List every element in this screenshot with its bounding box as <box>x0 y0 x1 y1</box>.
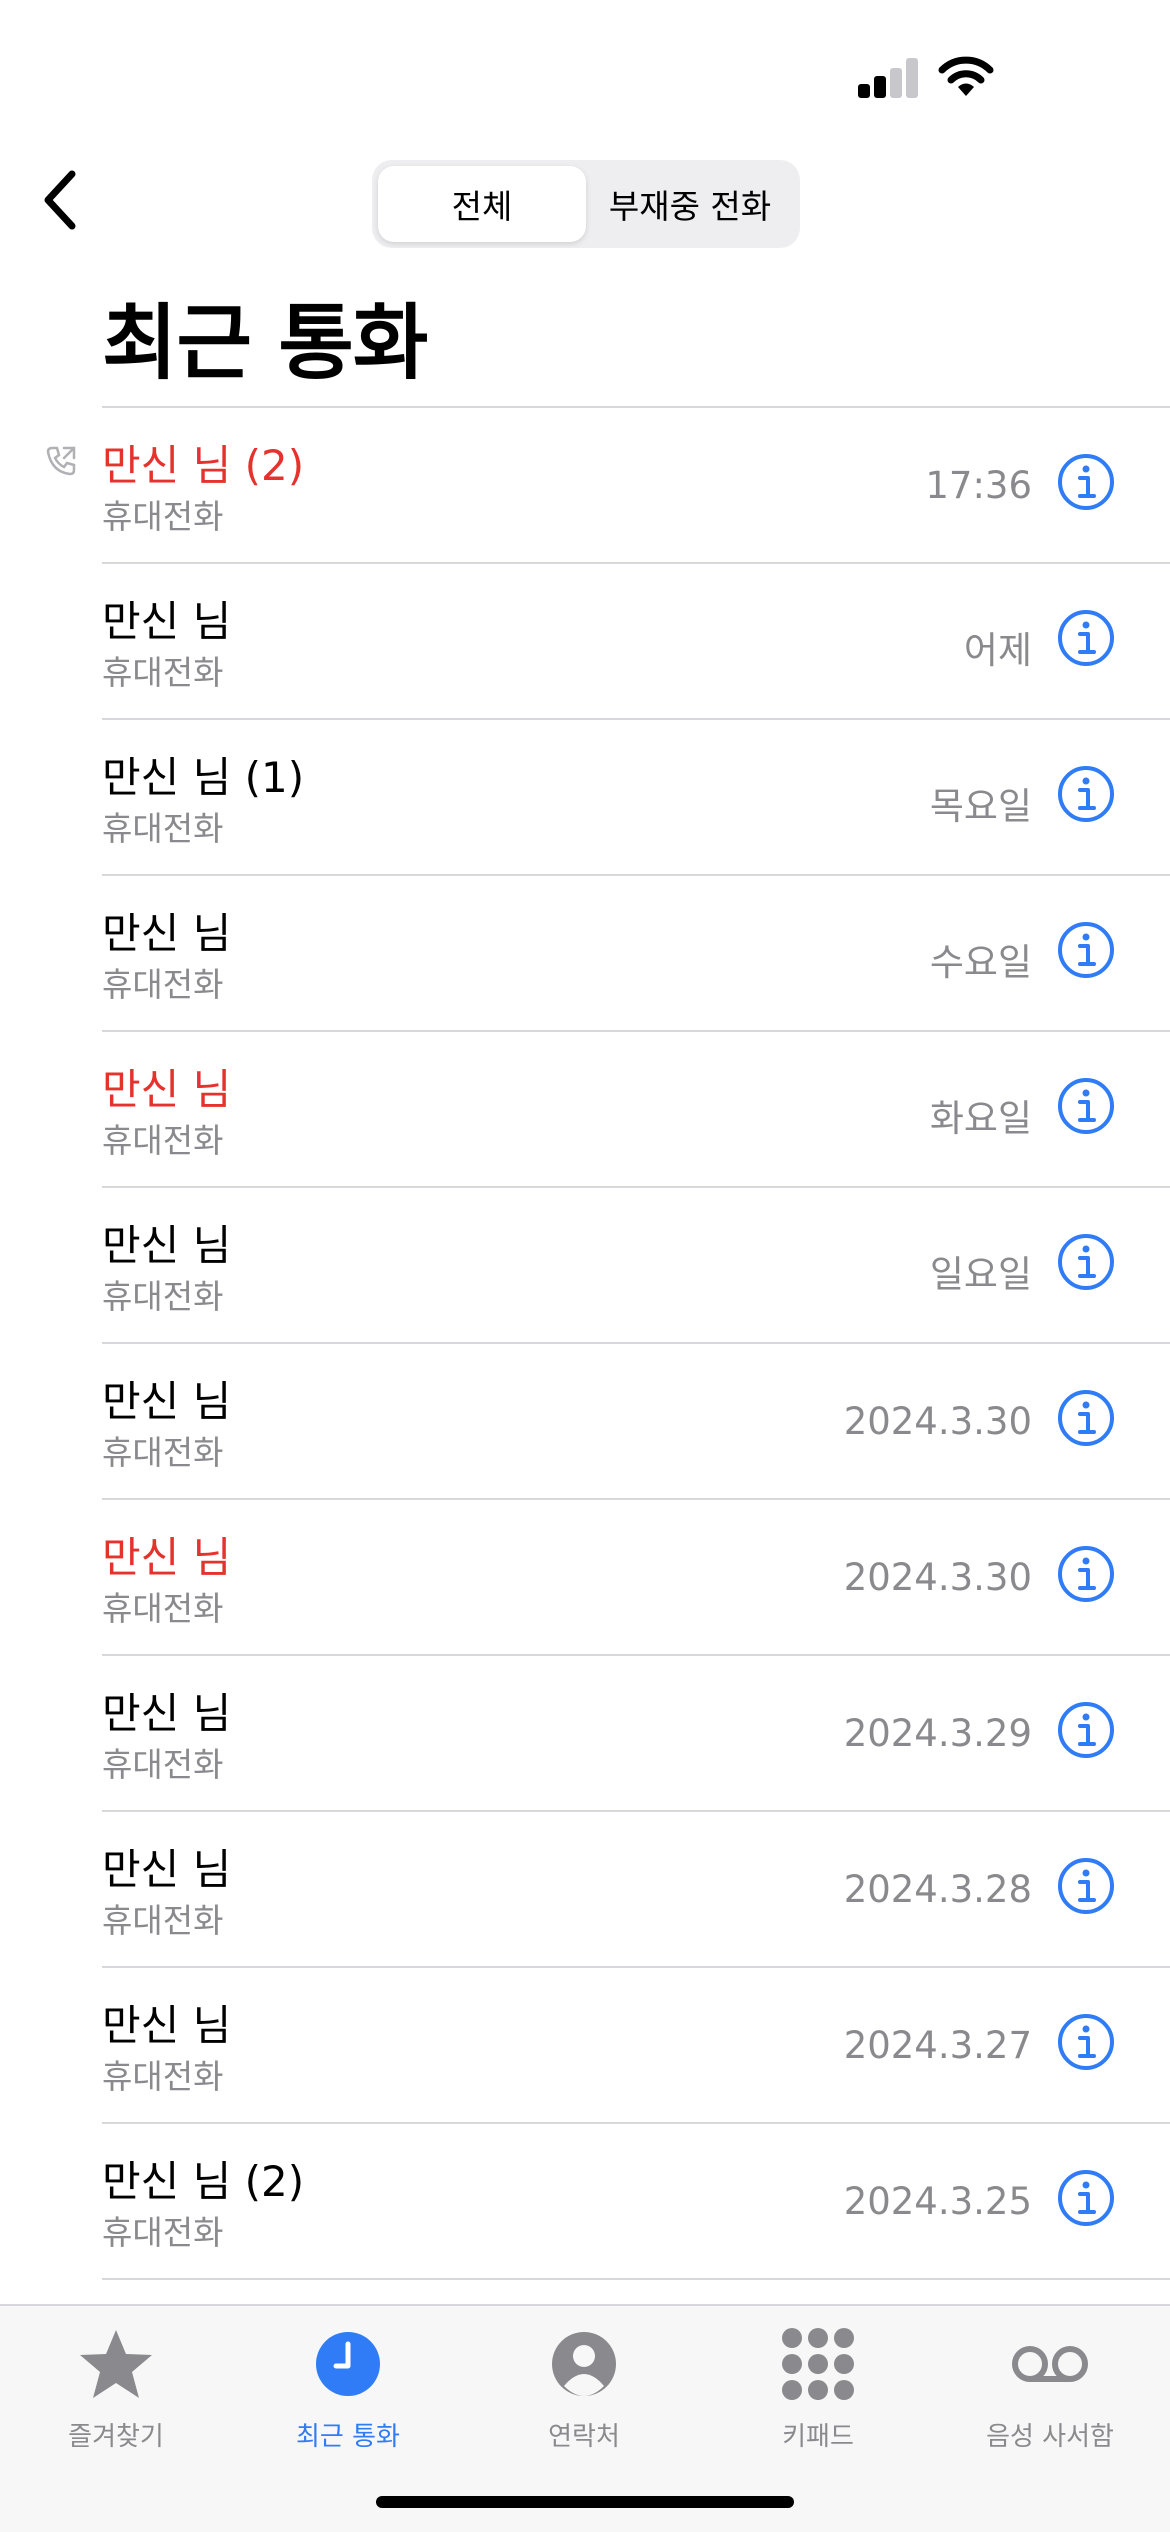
tab-voicemail[interactable]: 음성 사서함 <box>950 2324 1150 2453</box>
call-time: 17:36 <box>925 464 1032 507</box>
tab-keypad[interactable]: 키패드 <box>718 2324 918 2453</box>
info-icon[interactable] <box>1056 2012 1116 2072</box>
tab-label: 음성 사서함 <box>986 2422 1114 2452</box>
chevron-left-icon <box>44 170 76 230</box>
call-time: 2024.3.29 <box>843 1712 1032 1755</box>
phone-type-label: 휴대전화 <box>102 1277 224 1316</box>
call-row[interactable]: 만신 님휴대전화 2024.3.28 <box>102 1812 1170 1968</box>
phone-type-label: 휴대전화 <box>102 2213 224 2252</box>
info-icon[interactable] <box>1056 1076 1116 1136</box>
wifi-icon <box>938 56 994 96</box>
page-title: 최근 통화 <box>102 296 428 391</box>
info-icon[interactable] <box>1056 452 1116 512</box>
info-icon[interactable] <box>1056 764 1116 824</box>
call-time: 2024.3.30 <box>843 1400 1032 1443</box>
phone-type-label: 휴대전화 <box>102 2057 224 2096</box>
call-filter-segmented-control: 전체 부재중 전화 <box>372 160 800 248</box>
phone-type-label: 휴대전화 <box>102 1121 224 1160</box>
voicemail-icon <box>1012 2346 1088 2382</box>
phone-type-label: 휴대전화 <box>102 653 224 692</box>
tab-label: 연락처 <box>548 2422 620 2452</box>
caller-name: 만신 님 <box>102 1377 232 1426</box>
caller-name: 만신 님 <box>102 2001 232 2050</box>
call-row[interactable]: 만신 님휴대전화 어제 <box>102 564 1170 720</box>
phone-type-label: 휴대전화 <box>102 1745 224 1784</box>
info-icon[interactable] <box>1056 608 1116 668</box>
call-row[interactable]: 만신 님 (2) 휴대전화 17:36 <box>46 408 1170 564</box>
tab-label: 즐겨찾기 <box>68 2422 164 2452</box>
call-time: 일요일 <box>929 1253 1032 1296</box>
tab-label: 최근 통화 <box>296 2422 400 2452</box>
info-icon[interactable] <box>1056 920 1116 980</box>
back-button[interactable] <box>30 160 90 240</box>
call-time: 어제 <box>963 629 1032 672</box>
call-row[interactable]: 만신 님휴대전화 2024.3.30 <box>102 1344 1170 1500</box>
call-row[interactable]: 만신 님 (2) 휴대전화 2024.3.25 <box>102 2124 1170 2280</box>
star-icon <box>80 2330 152 2398</box>
call-time: 목요일 <box>929 785 1032 828</box>
info-icon[interactable] <box>1056 1856 1116 1916</box>
info-icon[interactable] <box>1056 1544 1116 1604</box>
segment-all[interactable]: 전체 <box>378 166 586 242</box>
caller-name: 만신 님 (2) <box>102 441 305 490</box>
phone-type-label: 휴대전화 <box>102 1589 224 1628</box>
phone-type-label: 휴대전화 <box>102 1433 224 1472</box>
contact-icon <box>552 2332 616 2396</box>
call-row[interactable]: 만신 님휴대전화 화요일 <box>102 1032 1170 1188</box>
caller-name: 만신 님 <box>102 1845 232 1894</box>
call-time: 2024.3.27 <box>843 2024 1032 2067</box>
caller-name: 만신 님 <box>102 1689 232 1738</box>
call-time: 2024.3.28 <box>843 1868 1032 1911</box>
info-icon[interactable] <box>1056 2168 1116 2228</box>
info-icon[interactable] <box>1056 1700 1116 1760</box>
cellular-signal-icon <box>858 58 922 98</box>
tab-recents[interactable]: 최근 통화 <box>248 2324 448 2453</box>
tab-label: 키패드 <box>782 2422 854 2452</box>
clock-icon <box>316 2332 380 2396</box>
info-icon[interactable] <box>1056 1388 1116 1448</box>
call-row[interactable]: 만신 님휴대전화 2024.3.29 <box>102 1656 1170 1812</box>
segment-missed[interactable]: 부재중 전화 <box>586 166 794 242</box>
caller-name: 만신 님 <box>102 1065 232 1114</box>
info-icon[interactable] <box>1056 1232 1116 1292</box>
call-row[interactable]: 만신 님휴대전화 일요일 <box>102 1188 1170 1344</box>
call-time: 2024.3.30 <box>843 1556 1032 1599</box>
call-time: 수요일 <box>929 941 1032 984</box>
caller-name: 만신 님 <box>102 1221 232 1270</box>
keypad-icon <box>782 2328 854 2400</box>
caller-name: 만신 님 (2) <box>102 2157 305 2206</box>
caller-name: 만신 님 <box>102 909 232 958</box>
tab-contacts[interactable]: 연락처 <box>484 2324 684 2453</box>
phone-type-label: 휴대전화 <box>102 965 224 1004</box>
status-bar <box>0 0 1170 140</box>
outgoing-call-icon <box>46 446 76 476</box>
call-row[interactable]: 만신 님 (1) 휴대전화 목요일 <box>102 720 1170 876</box>
call-row[interactable]: 만신 님휴대전화 2024.3.30 <box>102 1500 1170 1656</box>
call-row[interactable]: 만신 님휴대전화 2024.3.27 <box>102 1968 1170 2124</box>
caller-name: 만신 님 <box>102 597 232 646</box>
phone-type-label: 휴대전화 <box>102 809 224 848</box>
call-time: 화요일 <box>929 1097 1032 1140</box>
phone-type-label: 휴대전화 <box>102 1901 224 1940</box>
home-indicator <box>376 2496 794 2508</box>
call-list: 만신 님 (2) 휴대전화 17:36 만신 님 휴대전화 어제 만신 님 (1) 휴대전화 목… <box>0 406 1170 2280</box>
call-time: 2024.3.25 <box>843 2180 1032 2223</box>
caller-name: 만신 님 <box>102 1533 232 1582</box>
caller-name: 만신 님 (1) <box>102 753 305 802</box>
tab-favorites[interactable]: 즐겨찾기 <box>16 2324 216 2453</box>
call-row[interactable]: 만신 님휴대전화 수요일 <box>102 876 1170 1032</box>
phone-type-label: 휴대전화 <box>102 497 224 536</box>
